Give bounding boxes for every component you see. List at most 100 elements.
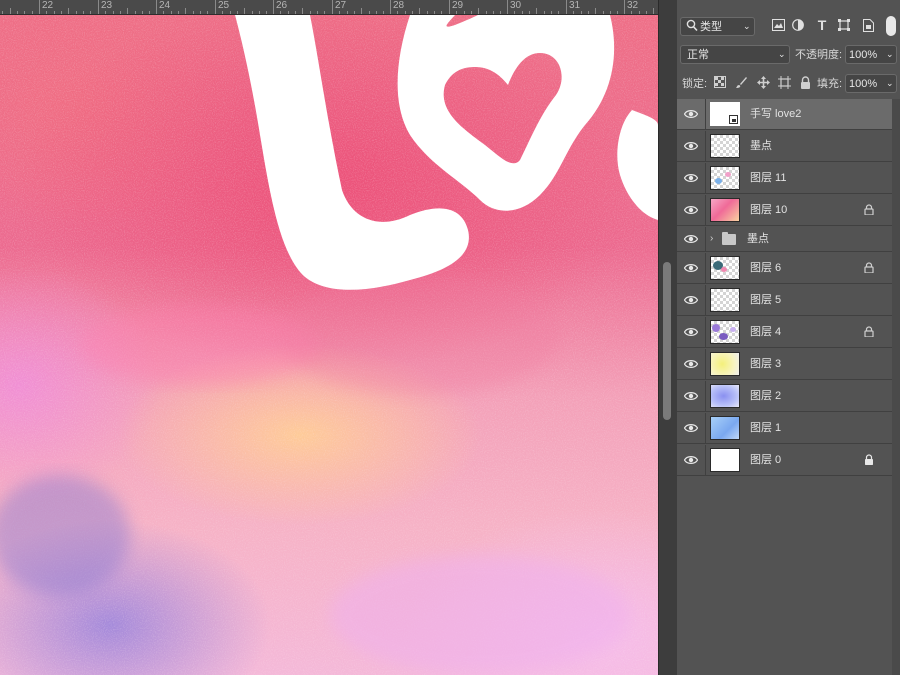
ruler-label: 24	[159, 0, 171, 11]
adjustment-filter-icon[interactable]	[791, 19, 805, 34]
opacity-input[interactable]: 100% ⌄	[845, 45, 897, 64]
ruler-minor-tick	[434, 11, 435, 14]
layer-row-layer-11[interactable]: 图层 11	[677, 163, 892, 194]
ruler-minor-tick	[412, 11, 413, 14]
thumb-blot	[730, 327, 736, 332]
ruler-minor-tick	[419, 8, 420, 14]
ruler-minor-tick	[237, 11, 238, 14]
ruler-minor-tick	[68, 8, 69, 14]
smart-object-badge-icon	[729, 115, 738, 124]
document-canvas[interactable]	[0, 15, 658, 675]
chevron-down-icon: ⌄	[886, 78, 894, 88]
ruler-minor-tick	[280, 11, 281, 14]
visibility-eye-icon[interactable]	[684, 233, 698, 245]
type-filter-icon[interactable]: T	[815, 18, 829, 32]
ruler-minor-tick	[581, 11, 582, 14]
layer-thumbnail	[710, 198, 740, 222]
layer-row-layer-4[interactable]: 图层 4	[677, 317, 892, 348]
visibility-eye-icon[interactable]	[684, 294, 698, 306]
visibility-eye-icon[interactable]	[684, 108, 698, 120]
visibility-eye-icon[interactable]	[684, 422, 698, 434]
layers-panel-scrollbar[interactable]	[892, 99, 900, 675]
chevron-down-icon: ⌄	[778, 49, 786, 59]
filter-toggle-switch[interactable]	[886, 16, 896, 36]
canvas-vertical-scrollbar[interactable]	[658, 0, 677, 675]
visibility-eye-icon[interactable]	[684, 140, 698, 152]
row-divider	[705, 253, 706, 283]
horizontal-ruler[interactable]: 22 23 24 25 26 27 28 29 30 31 32	[0, 0, 658, 15]
fill-input[interactable]: 100% ⌄	[845, 74, 897, 93]
layer-name: 图层 11	[750, 172, 787, 184]
ruler-minor-tick	[120, 11, 121, 14]
smart-object-filter-icon[interactable]	[861, 19, 875, 35]
layer-name: 图层 10	[750, 204, 788, 216]
layer-thumbnail	[710, 134, 740, 158]
ruler-minor-tick	[617, 11, 618, 14]
layer-row-layer-1[interactable]: 图层 1	[677, 413, 892, 444]
opacity-label: 不透明度:	[795, 49, 843, 61]
ruler-minor-tick	[90, 11, 91, 14]
layer-row-layer-2[interactable]: 图层 2	[677, 381, 892, 412]
ruler-minor-tick	[46, 11, 47, 14]
ruler-minor-tick	[135, 11, 136, 14]
ruler-label: 25	[218, 0, 230, 11]
lock-artboard-icon[interactable]	[777, 76, 791, 92]
visibility-eye-icon[interactable]	[684, 454, 698, 466]
shape-filter-icon[interactable]	[837, 19, 851, 34]
layer-row-layer-3[interactable]: 图层 3	[677, 349, 892, 380]
ruler-minor-tick	[456, 11, 457, 14]
visibility-eye-icon[interactable]	[684, 262, 698, 274]
ruler-minor-tick	[610, 11, 611, 14]
visibility-eye-icon[interactable]	[684, 390, 698, 402]
row-divider	[705, 317, 706, 347]
image-filter-icon[interactable]	[771, 19, 785, 34]
layer-lock-icon	[864, 262, 874, 273]
layer-name: 墨点	[750, 140, 772, 152]
ruler-minor-tick	[288, 11, 289, 14]
ruler-minor-tick	[383, 11, 384, 14]
ruler-minor-tick	[369, 11, 370, 14]
row-divider	[705, 99, 706, 129]
visibility-eye-icon[interactable]	[684, 204, 698, 216]
lock-all-icon[interactable]	[798, 76, 812, 92]
visibility-eye-icon[interactable]	[684, 358, 698, 370]
ruler-minor-tick	[354, 11, 355, 14]
ruler-minor-tick	[324, 11, 325, 14]
paint-blot	[330, 555, 630, 675]
blend-mode-select[interactable]: 正常 ⌄	[680, 45, 790, 64]
scrollbar-thumb[interactable]	[663, 262, 671, 420]
visibility-eye-icon[interactable]	[684, 172, 698, 184]
lock-image-icon[interactable]	[735, 76, 749, 92]
ruler-minor-tick	[427, 11, 428, 14]
lock-position-icon[interactable]	[756, 76, 770, 92]
layer-row-layer-6[interactable]: 图层 6	[677, 253, 892, 284]
ruler-minor-tick	[113, 11, 114, 14]
ruler-minor-tick	[105, 11, 106, 14]
ruler-minor-tick	[573, 11, 574, 14]
layer-row-handwritten-love2[interactable]: 手写 love2	[677, 99, 892, 130]
layer-row-layer-10[interactable]: 图层 10	[677, 195, 892, 226]
ruler-minor-tick	[61, 11, 62, 14]
ruler-minor-tick	[244, 8, 245, 14]
layer-row-ink-dots[interactable]: 墨点	[677, 131, 892, 162]
ruler-label: 22	[42, 0, 54, 11]
visibility-eye-icon[interactable]	[684, 326, 698, 338]
ruler-minor-tick	[347, 11, 348, 14]
search-icon	[686, 19, 698, 37]
ruler-minor-tick	[639, 11, 640, 14]
chevron-right-icon[interactable]: ›	[710, 232, 713, 246]
ruler-label: 28	[393, 0, 405, 11]
layer-kind-filter-select[interactable]: 类型 ⌄	[680, 17, 755, 36]
lock-transparent-icon[interactable]	[713, 76, 727, 91]
ruler-minor-tick	[302, 8, 303, 14]
layer-row-layer-5[interactable]: 图层 5	[677, 285, 892, 316]
layers-panel: 类型 ⌄ T 正常 ⌄ 不透明度: 100% ⌄ 锁定: 填充: 100% ⌄ …	[677, 0, 900, 675]
row-divider	[705, 285, 706, 315]
ruler-minor-tick	[32, 11, 33, 14]
layer-row-layer-0[interactable]: 图层 0	[677, 445, 892, 476]
ruler-minor-tick	[486, 11, 487, 14]
ruler-minor-tick	[551, 11, 552, 14]
layer-group-ink-dots[interactable]: › 墨点	[677, 227, 892, 252]
ruler-minor-tick	[529, 11, 530, 14]
layer-name: 图层 0	[750, 454, 782, 466]
